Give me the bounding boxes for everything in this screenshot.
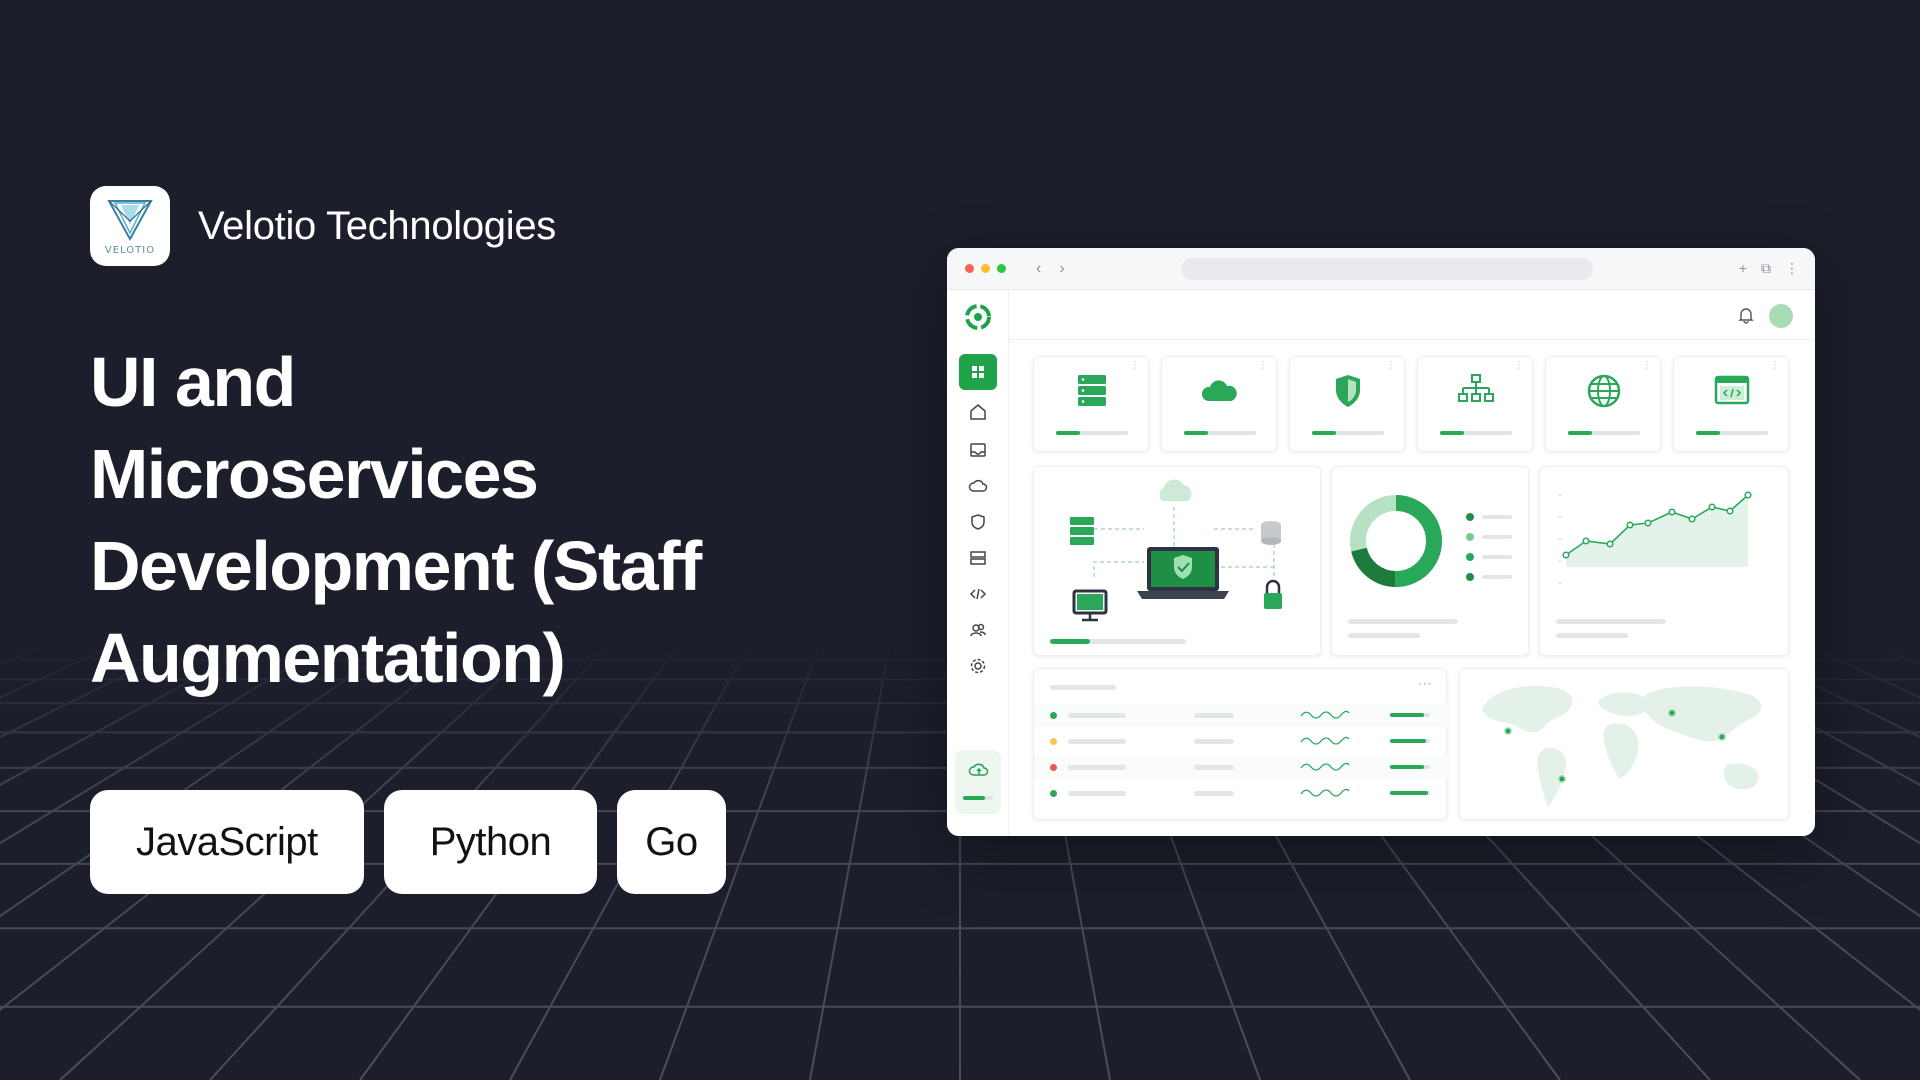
table-row[interactable]: [1034, 755, 1448, 779]
status-dot: [1050, 712, 1057, 719]
line-chart: [1556, 491, 1752, 638]
browser-toolbar: ‹ › + ⧉ ⋮: [947, 248, 1815, 290]
network-diagram-illustration: [1050, 479, 1282, 644]
line-chart-point: [1726, 507, 1734, 515]
dashboard-mockup: ‹ › + ⧉ ⋮ ⋮ ⋮ ⋮ ⋮ ⋮ ⋮ ⋯: [947, 248, 1815, 836]
table-row[interactable]: [1034, 729, 1448, 753]
table-row[interactable]: [1034, 703, 1448, 727]
sparkline-icon: [1300, 736, 1350, 745]
code-icon[interactable]: [968, 584, 988, 604]
line-chart-point: [1644, 519, 1652, 527]
title-line: Development (Staff: [90, 527, 702, 605]
stat-card-code[interactable]: ⋮: [1673, 356, 1789, 452]
line-chart-area: [1566, 495, 1748, 567]
stat-card-network[interactable]: ⋮: [1417, 356, 1533, 452]
velotio-logo: VELOTIO: [90, 186, 170, 266]
velotio-logo-icon: [107, 199, 153, 241]
donut-chart-card: [1331, 466, 1529, 656]
minimize-dot[interactable]: [981, 264, 990, 273]
dashboard-header: [1009, 290, 1815, 340]
address-bar[interactable]: [1181, 258, 1593, 280]
line-chart-point: [1626, 521, 1634, 529]
sidebar: [947, 290, 1009, 836]
shield-icon: [1336, 375, 1360, 407]
tag-go[interactable]: Go: [617, 790, 726, 894]
line-chart-point: [1606, 540, 1614, 548]
window-controls: [965, 264, 1006, 273]
stat-card-security[interactable]: ⋮: [1289, 356, 1405, 452]
forward-arrow-icon[interactable]: ›: [1059, 260, 1064, 278]
sidebar-item-dashboard[interactable]: [959, 354, 997, 390]
code-window-icon: [1714, 375, 1750, 405]
app-logo-icon: [965, 304, 991, 330]
sparkline-icon: [1300, 710, 1350, 719]
copy-icon[interactable]: ⧉: [1761, 260, 1771, 277]
stat-card-server[interactable]: ⋮: [1033, 356, 1149, 452]
status-table-card: ⋯: [1033, 668, 1448, 820]
table-row[interactable]: [1034, 781, 1448, 805]
cloud-upload-icon: [968, 763, 989, 776]
network-diagram-card: [1033, 466, 1321, 656]
cloud-icon[interactable]: [968, 476, 988, 496]
grid-line: [1863, 640, 1920, 665]
card-menu-icon[interactable]: ⋮: [1386, 361, 1396, 371]
title-line: Microservices: [90, 435, 539, 513]
line-chart-point: [1744, 491, 1752, 499]
close-dot[interactable]: [965, 264, 974, 273]
new-tab-icon[interactable]: +: [1739, 260, 1747, 277]
sparkline-icon: [1300, 788, 1350, 797]
technology-tags: JavaScript Python Go: [90, 790, 726, 894]
network-icon: [1458, 374, 1494, 402]
status-dot: [1050, 790, 1057, 797]
card-menu-icon[interactable]: ⋮: [1514, 361, 1524, 371]
world-map-card: [1459, 668, 1789, 820]
bell-icon[interactable]: [1737, 306, 1755, 324]
donut-chart: [1348, 495, 1512, 638]
stat-card-globe[interactable]: ⋮: [1545, 356, 1661, 452]
inbox-icon[interactable]: [968, 440, 988, 460]
tag-python[interactable]: Python: [383, 790, 598, 894]
card-menu-icon[interactable]: ⋮: [1258, 361, 1268, 371]
settings-icon[interactable]: [968, 656, 988, 676]
stat-card-cloud[interactable]: ⋮: [1161, 356, 1277, 452]
more-icon[interactable]: ⋮: [1785, 260, 1799, 277]
world-map-illustration: [1482, 685, 1762, 807]
storage-icon[interactable]: [968, 548, 988, 568]
cloud-icon: [1201, 380, 1237, 401]
line-chart-point: [1582, 537, 1590, 545]
line-chart-card: [1539, 466, 1789, 656]
sparkline-icon: [1300, 762, 1350, 771]
grid-line: [0, 640, 57, 665]
line-chart-point: [1668, 508, 1676, 516]
logo-word: VELOTIO: [104, 244, 156, 256]
maximize-dot[interactable]: [997, 264, 1006, 273]
status-dot: [1050, 738, 1057, 745]
dashboard-icon: [972, 366, 984, 378]
tag-javascript[interactable]: JavaScript: [90, 790, 364, 894]
title-line: UI and: [90, 343, 296, 421]
more-icon[interactable]: ⋯: [1418, 675, 1432, 692]
globe-icon: [1587, 374, 1621, 408]
brand-name: Velotio Technologies: [198, 203, 556, 248]
upload-widget[interactable]: [955, 750, 1001, 814]
home-icon[interactable]: [968, 402, 988, 422]
back-arrow-icon[interactable]: ‹: [1036, 260, 1041, 278]
line-chart-point: [1562, 551, 1570, 559]
grid-line: [809, 640, 892, 1080]
brand-header: VELOTIO Velotio Technologies: [90, 186, 556, 266]
server-icon: [1078, 375, 1106, 406]
card-menu-icon[interactable]: ⋮: [1130, 361, 1140, 371]
page-title: UI and Microservices Development (Staff …: [90, 336, 750, 704]
card-menu-icon[interactable]: ⋮: [1770, 361, 1780, 371]
line-chart-point: [1708, 503, 1716, 511]
status-dot: [1050, 764, 1057, 771]
shield-icon[interactable]: [968, 512, 988, 532]
card-menu-icon[interactable]: ⋮: [1642, 361, 1652, 371]
line-chart-point: [1688, 515, 1696, 523]
users-icon[interactable]: [968, 620, 988, 640]
avatar[interactable]: [1769, 304, 1793, 328]
title-line: Augmentation): [90, 619, 566, 697]
